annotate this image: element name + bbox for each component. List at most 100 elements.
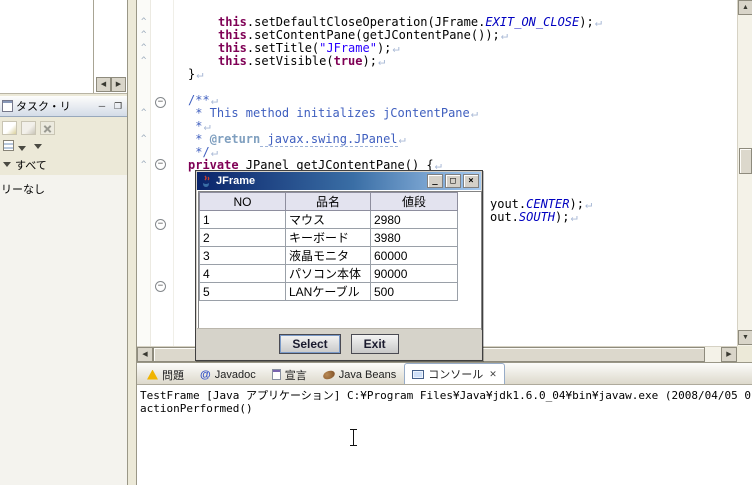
table-row[interactable]: 4 パソコン本体 90000 bbox=[199, 264, 458, 283]
table-cell[interactable]: 500 bbox=[370, 282, 458, 301]
scroll-left-icon[interactable]: ◀ bbox=[96, 77, 111, 92]
left-sidebar: ◀ ▶ タスク・リ ─ ❐ すべて リーなし bbox=[0, 0, 127, 485]
code-token: EXIT_ON_CLOSE bbox=[485, 15, 580, 29]
table-row[interactable]: 1 マウス 2980 bbox=[199, 210, 458, 229]
table-header-cell[interactable]: 値段 bbox=[370, 192, 458, 211]
tab-label: 宣言 bbox=[284, 369, 307, 382]
code-token: ); bbox=[569, 197, 584, 211]
table-cell[interactable]: マウス bbox=[285, 210, 371, 229]
product-table[interactable]: NO 品名 値段 1 マウス 2980 2 キーボード 3980 3 液晶モニタ 60000 4 パソコン… bbox=[199, 192, 458, 301]
select-button[interactable]: Select bbox=[279, 334, 341, 354]
vertical-sash[interactable] bbox=[127, 0, 137, 485]
code-line[interactable]: * This method initializes jContentPane↵ bbox=[188, 107, 478, 120]
minimize-button[interactable]: _ bbox=[427, 174, 443, 188]
collapse-fold-icon[interactable]: − bbox=[155, 219, 166, 230]
scroll-right-icon[interactable]: ▶ bbox=[721, 347, 737, 362]
table-cell[interactable]: LANケーブル bbox=[285, 282, 371, 301]
vertical-scroll-thumb[interactable] bbox=[739, 148, 752, 174]
group-by-menu[interactable] bbox=[3, 138, 27, 156]
javabeans-icon bbox=[321, 368, 336, 381]
scroll-left-icon[interactable]: ◀ bbox=[137, 347, 153, 362]
change-marker: ^ bbox=[141, 108, 147, 118]
code-token: this bbox=[218, 28, 247, 42]
exit-button[interactable]: Exit bbox=[350, 334, 399, 354]
table-cell[interactable]: 3980 bbox=[370, 228, 458, 247]
code-line[interactable]: * @return javax.swing.JPanel↵ bbox=[188, 132, 406, 147]
code-line[interactable]: this.setVisible(true);↵ bbox=[218, 55, 385, 68]
tab-コンソール[interactable]: コンソール ✕ bbox=[404, 363, 505, 384]
table-header-cell[interactable]: NO bbox=[199, 192, 286, 211]
table-row[interactable]: 2 キーボード 3980 bbox=[199, 228, 458, 247]
collapse-fold-icon[interactable]: − bbox=[155, 281, 166, 292]
console-output-line: actionPerformed() bbox=[140, 402, 253, 415]
jframe-window[interactable]: JFrame _ □ × NO 品名 値段 1 マウス 2980 2 キーボード 3980 3 液晶… bbox=[195, 170, 483, 361]
table-header-cell[interactable]: 品名 bbox=[285, 192, 371, 211]
tab-問題[interactable]: 問題 bbox=[139, 364, 192, 384]
dialog-button-row: Select Exit bbox=[197, 328, 481, 359]
code-token: this bbox=[218, 41, 247, 55]
table-scrollpane[interactable]: NO 品名 値段 1 マウス 2980 2 キーボード 3980 3 液晶モニタ 60000 4 パソコン… bbox=[198, 191, 482, 330]
grid-icon bbox=[3, 139, 14, 151]
task-view-header[interactable]: タスク・リ ─ ❐ bbox=[0, 96, 127, 117]
table-cell[interactable]: 60000 bbox=[370, 246, 458, 265]
folding-margin[interactable]: − − − − bbox=[152, 0, 174, 346]
view-minimize-icon[interactable]: ─ bbox=[95, 101, 109, 112]
scroll-down-icon[interactable]: ▼ bbox=[738, 330, 752, 345]
code-token: .setContentPane(getJContentPane()); bbox=[246, 28, 500, 42]
table-cell[interactable]: 3 bbox=[199, 246, 286, 265]
table-cell[interactable]: 90000 bbox=[370, 264, 458, 283]
maximize-button[interactable]: □ bbox=[445, 174, 461, 188]
eclipse-window: ◀ ▶ タスク・リ ─ ❐ すべて リーなし ^ ^ ^ ^ ^ ^ ^ − −… bbox=[0, 0, 752, 485]
code-token: * bbox=[188, 119, 203, 133]
table-cell[interactable]: 2 bbox=[199, 228, 286, 247]
tab-java-beans[interactable]: Java Beans bbox=[315, 364, 404, 384]
table-cell[interactable]: 5 bbox=[199, 282, 286, 301]
line-delimiter-icon: ↵ bbox=[398, 132, 406, 146]
change-marker: ^ bbox=[141, 17, 147, 27]
scroll-right-icon[interactable]: ▶ bbox=[111, 77, 126, 92]
editor-vertical-scrollbar[interactable]: ▲ ▼ bbox=[737, 0, 752, 346]
console-output[interactable]: TestFrame [Java アプリケーション] C:¥Program Fil… bbox=[137, 385, 752, 485]
code-token: this bbox=[218, 54, 247, 68]
view-maximize-icon[interactable]: ❐ bbox=[111, 101, 125, 112]
task-view-toolbar-2 bbox=[0, 138, 127, 155]
table-row[interactable]: 5 LANケーブル 500 bbox=[199, 282, 458, 301]
collapse-fold-icon[interactable]: − bbox=[155, 159, 166, 170]
task-filter-label: すべて bbox=[15, 159, 47, 172]
close-icon[interactable]: ✕ bbox=[489, 369, 497, 380]
code-token: */ bbox=[188, 145, 210, 159]
view-menu-icon[interactable] bbox=[34, 144, 43, 149]
line-delimiter-icon: ↵ bbox=[203, 119, 211, 133]
code-fragment[interactable]: out.SOUTH);↵ bbox=[490, 211, 578, 224]
table-cell[interactable]: 4 bbox=[199, 264, 286, 283]
delete-task-icon[interactable] bbox=[40, 120, 55, 135]
code-token: @return bbox=[209, 132, 261, 146]
table-cell[interactable]: キーボード bbox=[285, 228, 371, 247]
jframe-titlebar[interactable]: JFrame _ □ × bbox=[197, 172, 481, 190]
console-tabbar: 問題 @ Javadoc 宣言 Java Beans コンソール ✕ bbox=[137, 363, 752, 385]
task-filter-dropdown[interactable]: すべて bbox=[0, 156, 127, 173]
table-cell[interactable]: 2980 bbox=[370, 210, 458, 229]
scrollbar-corner bbox=[737, 346, 752, 362]
new-task-icon[interactable] bbox=[2, 120, 17, 135]
code-line[interactable]: }↵ bbox=[188, 68, 203, 81]
annotation-ruler[interactable]: ^ ^ ^ ^ ^ ^ ^ bbox=[137, 0, 151, 346]
table-row[interactable]: 3 液晶モニタ 60000 bbox=[199, 246, 458, 265]
line-delimiter-icon: ↵ bbox=[500, 28, 509, 42]
console-view: 問題 @ Javadoc 宣言 Java Beans コンソール ✕ TestFrame [… bbox=[137, 362, 752, 485]
code-token: * This method initializes jContentPane bbox=[188, 106, 470, 120]
table-cell[interactable]: 液晶モニタ bbox=[285, 246, 371, 265]
code-token: this bbox=[218, 15, 247, 29]
table-cell[interactable]: パソコン本体 bbox=[285, 264, 371, 283]
tab-javadoc[interactable]: @ Javadoc bbox=[192, 364, 264, 384]
scroll-up-icon[interactable]: ▲ bbox=[738, 0, 752, 15]
close-button[interactable]: × bbox=[463, 174, 479, 188]
table-cell[interactable]: 1 bbox=[199, 210, 286, 229]
collapse-fold-icon[interactable]: − bbox=[155, 97, 166, 108]
jframe-content: NO 品名 値段 1 マウス 2980 2 キーボード 3980 3 液晶モニタ 60000 4 パソコン… bbox=[197, 190, 482, 359]
tab-宣言[interactable]: 宣言 bbox=[264, 364, 315, 384]
code-token: true bbox=[333, 54, 363, 68]
complete-task-icon[interactable] bbox=[21, 120, 36, 135]
mini-horizontal-scrollbar[interactable]: ◀ ▶ bbox=[96, 77, 126, 92]
tab-label: コンソール bbox=[428, 369, 484, 381]
